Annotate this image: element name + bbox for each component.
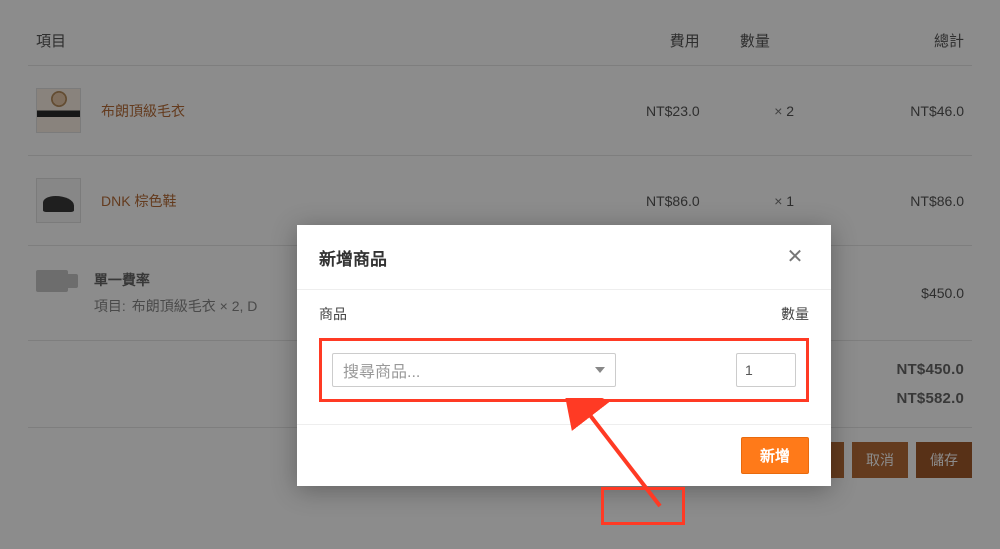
modal-label-product: 商品 (319, 304, 347, 324)
close-icon[interactable]: ✕ (781, 243, 809, 271)
product-search-select[interactable]: 搜尋商品... (332, 353, 616, 387)
highlight-box-fields: 搜尋商品... (319, 338, 809, 402)
modal-label-qty: 數量 (781, 304, 809, 324)
quantity-input[interactable] (736, 353, 796, 387)
product-search-placeholder: 搜尋商品... (343, 358, 420, 382)
chevron-down-icon (595, 367, 605, 373)
modal-add-button[interactable]: 新增 (741, 437, 809, 474)
add-product-modal: 新增商品 ✕ 商品 數量 搜尋商品... 新增 (297, 225, 831, 486)
modal-title: 新增商品 (319, 245, 387, 270)
